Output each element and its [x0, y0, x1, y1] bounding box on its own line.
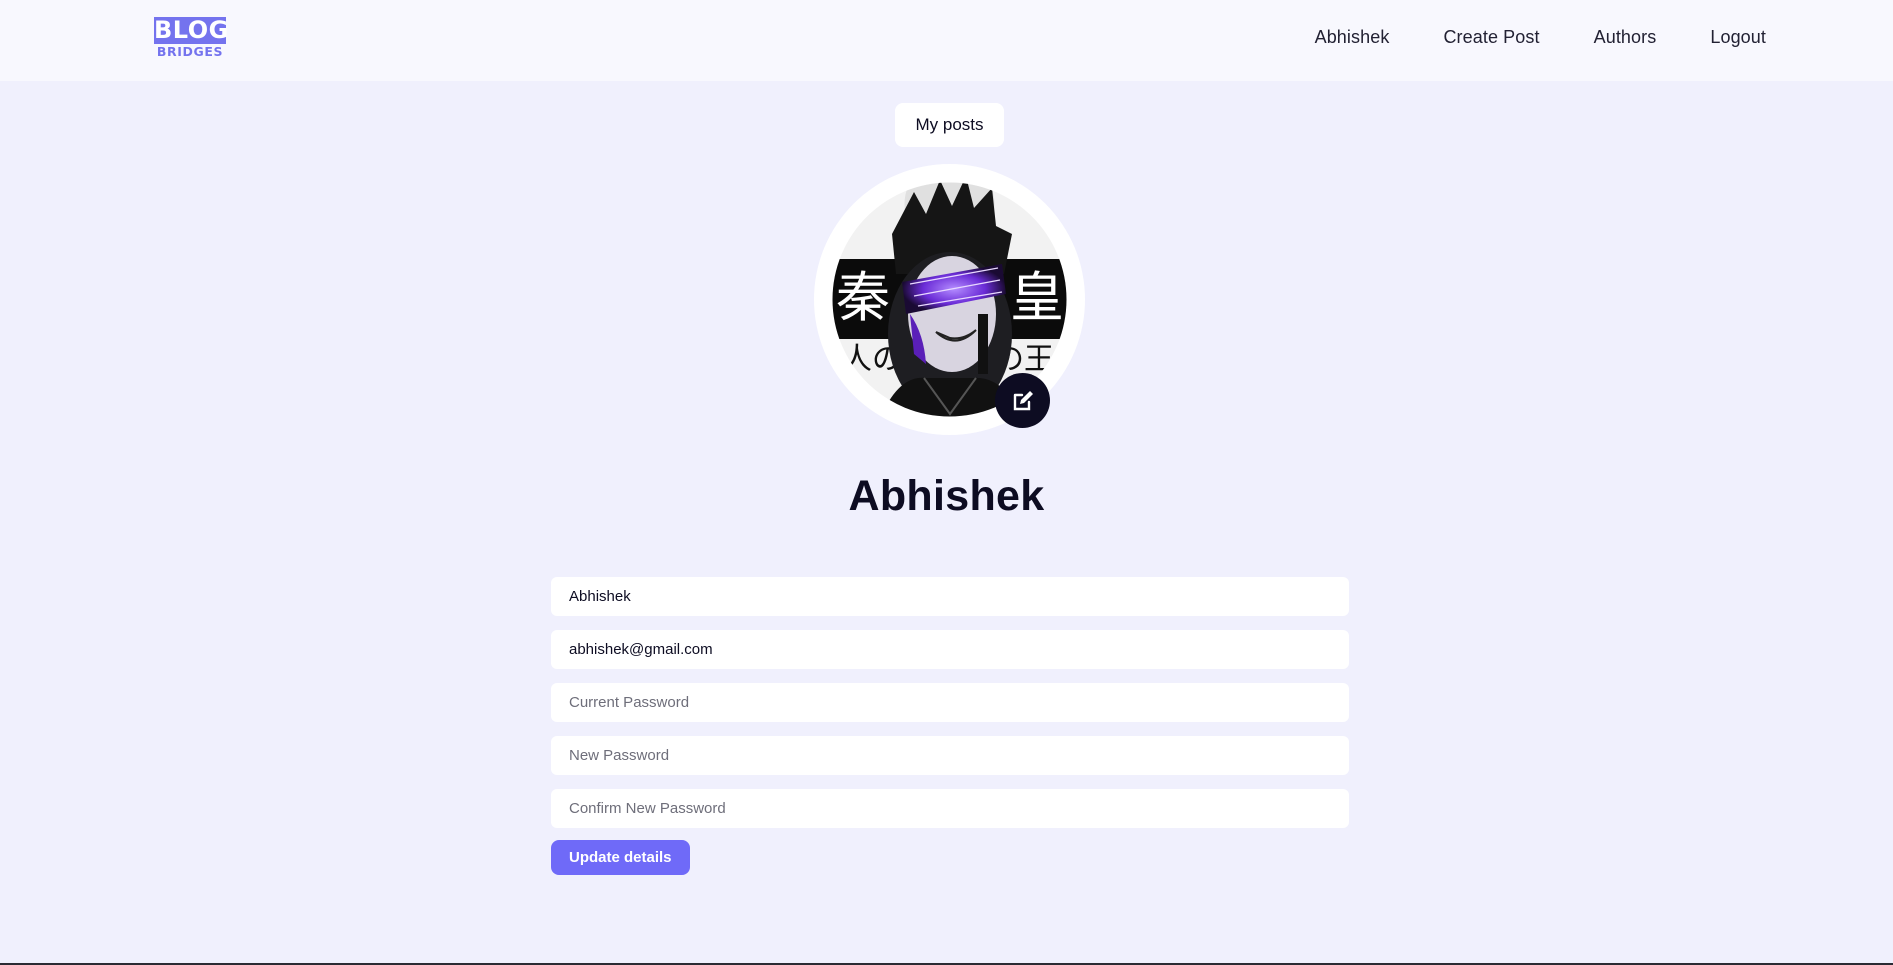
profile-name: Abhishek [848, 472, 1045, 520]
logo-text-top: BLOG [154, 16, 229, 44]
new-password-field[interactable] [551, 736, 1349, 775]
avatar-container: 秦 皇 人の王 の王 [814, 164, 1085, 435]
nav-link-create-post[interactable]: Create Post [1443, 27, 1539, 48]
update-details-button[interactable]: Update details [551, 840, 690, 875]
current-password-field[interactable] [551, 683, 1349, 722]
edit-avatar-button[interactable] [995, 373, 1050, 428]
confirm-password-field[interactable] [551, 789, 1349, 828]
edit-icon [1013, 390, 1033, 410]
nav-link-authors[interactable]: Authors [1594, 27, 1657, 48]
email-field[interactable] [551, 630, 1349, 669]
nav-link-profile[interactable]: Abhishek [1315, 27, 1390, 48]
logo-text-bottom: BRIDGES [156, 44, 224, 59]
svg-text:皇: 皇 [1010, 266, 1064, 329]
logo-link[interactable]: BLOG BRIDGES [154, 16, 229, 60]
update-profile-form: Update details [551, 577, 1349, 875]
my-posts-button[interactable]: My posts [895, 103, 1004, 147]
navbar: BLOG BRIDGES Abhishek Create Post Author… [0, 0, 1893, 81]
nav-menu: Abhishek Create Post Authors Logout [1315, 0, 1766, 75]
nav-link-logout[interactable]: Logout [1710, 27, 1766, 48]
svg-text:秦: 秦 [836, 266, 890, 329]
name-field[interactable] [551, 577, 1349, 616]
